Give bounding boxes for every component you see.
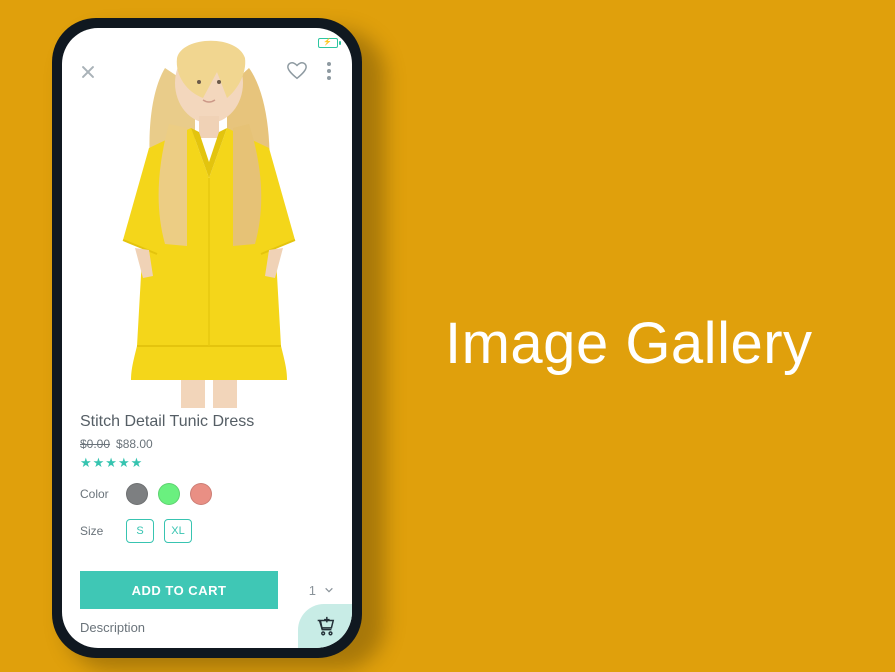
- color-label: Color: [80, 487, 116, 501]
- quantity-value: 1: [309, 583, 316, 598]
- price-row: $0.00 $88.00: [80, 437, 334, 451]
- price-old: $0.00: [80, 437, 110, 451]
- size-label: Size: [80, 524, 116, 538]
- quantity-stepper[interactable]: 1: [309, 583, 334, 598]
- phone-frame: ⚡: [52, 18, 362, 658]
- product-image[interactable]: [62, 28, 352, 408]
- color-swatch-green[interactable]: [158, 483, 180, 505]
- add-to-cart-icon: [314, 615, 336, 637]
- product-title: Stitch Detail Tunic Dress: [80, 413, 334, 431]
- page-title: Image Gallery: [445, 310, 813, 377]
- add-to-cart-button[interactable]: ADD TO CART: [80, 571, 278, 609]
- chevron-down-icon: [324, 583, 334, 598]
- size-option-xl[interactable]: XL: [164, 519, 192, 543]
- color-swatch-gray[interactable]: [126, 483, 148, 505]
- phone-screen: ⚡: [62, 28, 352, 648]
- description-bar: Description: [62, 614, 352, 648]
- product-details: Stitch Detail Tunic Dress $0.00 $88.00 ★★…: [62, 413, 352, 543]
- color-option-row: Color: [80, 483, 334, 505]
- rating-stars: ★★★★★: [80, 455, 334, 471]
- color-swatch-pink[interactable]: [190, 483, 212, 505]
- price-new: $88.00: [116, 437, 153, 451]
- cart-row: ADD TO CART 1: [80, 571, 334, 609]
- size-option-s[interactable]: S: [126, 519, 154, 543]
- tab-description[interactable]: Description: [80, 620, 145, 635]
- cart-fab-button[interactable]: [298, 604, 352, 648]
- size-option-row: Size S XL: [80, 519, 334, 543]
